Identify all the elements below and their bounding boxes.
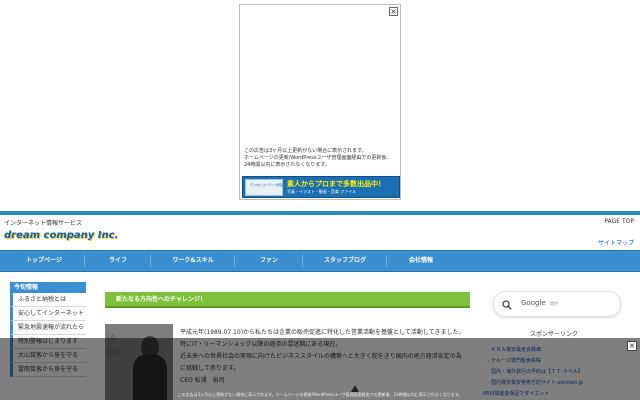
scroll-up-icon[interactable]: [351, 385, 359, 392]
ad-notice-line: 24時間以内に表示されなくなります。: [244, 162, 330, 168]
bottom-ad-overlay[interactable]: [0, 338, 640, 400]
ad-close-button[interactable]: ×: [389, 7, 398, 16]
nav-item-top[interactable]: トップページ: [10, 251, 78, 271]
nav-divider: [150, 255, 151, 267]
sidebar-item[interactable]: ふるさと納税とは: [10, 293, 86, 307]
nav-divider: [84, 255, 85, 267]
sitemap-link[interactable]: サイトマップ: [598, 238, 634, 247]
sidebar-title: 今旬情報: [10, 282, 86, 293]
sponsor-links-title: スポンサーリンク: [530, 331, 579, 338]
sidebar-item[interactable]: 安心してインターネット: [10, 307, 86, 321]
search-provider-label: 提供: [550, 301, 558, 306]
top-advertisement[interactable]: × この広告は3ヶ月以上更新がない場合に表示されます。 ホームページの更新/Wo…: [239, 4, 401, 200]
bottom-ad-notice: この広告は3ヶ月以上更新がない場合に表示されます。ホームページの更新/WordP…: [177, 392, 463, 397]
ad-banner-logo: デジタルコンテンツ売買: [245, 179, 283, 196]
nav-divider: [234, 255, 235, 267]
page: × この広告は3ヶ月以上更新がない場合に表示されます。 ホームページの更新/Wo…: [0, 0, 640, 400]
site-logo[interactable]: dream company Inc.: [4, 230, 118, 241]
nav-item-life[interactable]: ライフ: [92, 251, 144, 271]
nav-item-fan[interactable]: ファン: [242, 251, 296, 271]
main-nav: トップページ ライフ ワーク&スキル ファン スタッフブログ 会社情報: [0, 250, 640, 272]
sidebar-item[interactable]: 緊急地震速報が流れたら: [10, 321, 86, 335]
search-icon: [502, 300, 512, 310]
search-brand: Google: [521, 299, 546, 307]
header-stripe: [0, 211, 640, 215]
nav-item-company[interactable]: 会社情報: [394, 251, 448, 271]
ad-banner-headline: 素人からプロまで多数出品中！: [287, 180, 385, 188]
search-box[interactable]: Google 提供: [493, 291, 621, 317]
section-heading: 新たなる方向性へのチャレンジ！: [105, 292, 470, 308]
ad-notice-text: この広告は3ヶ月以上更新がない場合に表示されます。 ホームページの更新/Word…: [244, 148, 398, 169]
ad-banner[interactable]: デジタルコンテンツ売買 素人からプロまで多数出品中！ 写真・イラスト・動画・音楽…: [242, 176, 400, 198]
ad-banner-subtext: 写真・イラスト・動画・音楽 ファイル: [287, 189, 357, 194]
nav-item-staff-blog[interactable]: スタッフブログ: [310, 251, 380, 271]
ad-banner-small-text: デジタルコンテンツ売買: [250, 183, 283, 187]
service-label: インターネット情報サービス: [4, 220, 83, 227]
nav-item-work-skill[interactable]: ワーク&スキル: [158, 251, 228, 271]
ad-notice-line: この広告は3ヶ月以上更新がない場合に表示されます。: [244, 148, 367, 154]
nav-divider: [386, 255, 387, 267]
ad-notice-line: ホームページの更新/WordPressユーザ管理画面経由での更新後、: [244, 155, 392, 161]
page-top-link[interactable]: PAGE TOP: [604, 218, 634, 225]
overlay-close-button[interactable]: ×: [627, 341, 637, 351]
nav-divider: [302, 255, 303, 267]
intro-line: 平成元年(1989.07.10)から私たちは企業の販売促進に特化した営業活動を基…: [180, 329, 465, 336]
